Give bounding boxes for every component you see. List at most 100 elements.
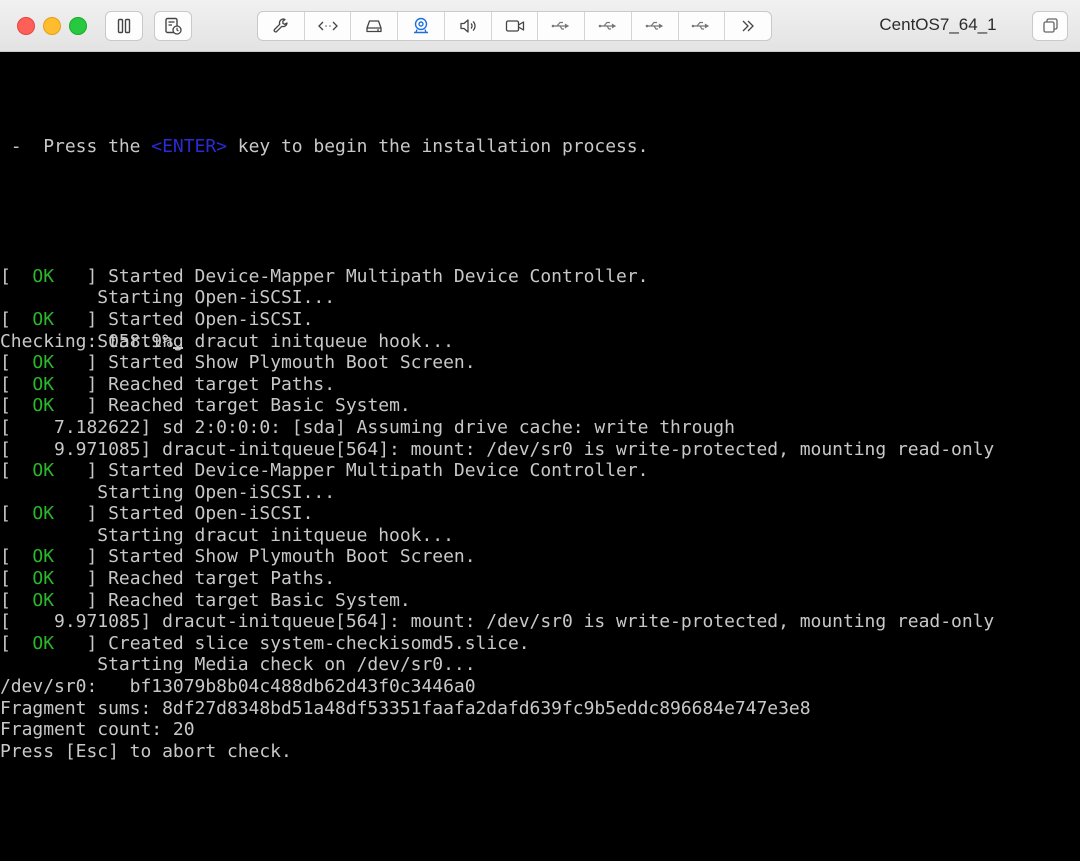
console-line-text: Fragment sums: 8df27d8348bd51a48df53351f… (0, 697, 811, 719)
console-line-text: [ 9.971085] dracut-initqueue[564]: mount… (0, 438, 995, 460)
vm-window: CentOS7_64_1 - Press the <ENTER> key to … (0, 0, 1080, 861)
ok-bracket-open: [ (0, 460, 33, 482)
console-line: [ OK ] Created slice system-checkisomd5.… (0, 633, 994, 655)
console-line: [ OK ] Started Show Plymouth Boot Screen… (0, 546, 994, 568)
usb-icon (551, 21, 570, 30)
console-line-text: ] Started Open-iSCSI. (75, 308, 314, 330)
console-line: [ 9.971085] dracut-initqueue[564]: mount… (0, 439, 994, 461)
hard-disk-button[interactable] (351, 12, 399, 40)
usb-icon (598, 21, 617, 30)
progress-line: Checking: 058.9% (0, 331, 994, 353)
console-line-text: Fragment count: 20 (0, 719, 195, 741)
ok-status: OK (32, 589, 55, 611)
more-icon (742, 20, 755, 32)
ok-spacer (54, 546, 76, 567)
ok-spacer (54, 590, 76, 611)
ok-spacer (54, 374, 76, 395)
snapshot-icon (165, 17, 182, 35)
snapshot-button[interactable] (154, 11, 192, 41)
console-output: - Press the <ENTER> key to begin the ins… (0, 93, 994, 762)
usb-device-1-button[interactable] (538, 12, 586, 40)
ok-spacer (54, 633, 76, 654)
install-prompt-line: - Press the <ENTER> key to begin the ins… (0, 136, 994, 158)
console-line-text: Press [Esc] to abort check. (0, 740, 292, 762)
console-line: [ 9.971085] dracut-initqueue[564]: mount… (0, 611, 994, 633)
console-line-text: Starting dracut initqueue hook... (0, 524, 454, 546)
text-cursor (172, 346, 183, 349)
ok-status: OK (32, 546, 55, 568)
console-line: [ OK ] Started Device-Mapper Multipath D… (0, 266, 994, 288)
device-toolbar (257, 11, 772, 41)
usb-icon (692, 21, 710, 30)
console-line-text: ] Started Open-iSCSI. (75, 503, 314, 525)
console-line: [ OK ] Started Open-iSCSI. (0, 309, 994, 331)
usb-device-4-button[interactable] (679, 12, 726, 40)
console-line-text: ] Started Device-Mapper Multipath Device… (75, 265, 649, 287)
ok-bracket-open: [ (0, 395, 33, 417)
console-line-text: ] Created slice system-checkisomd5.slice… (75, 632, 530, 654)
close-window-button[interactable] (17, 17, 35, 35)
console-line-text: Starting Media check on /dev/sr0... (0, 654, 476, 676)
ok-status: OK (32, 308, 55, 330)
code-icon (317, 21, 338, 31)
console-line-text: ] Reached target Basic System. (75, 395, 411, 417)
usb-device-3-button[interactable] (632, 12, 679, 40)
ok-spacer (54, 309, 76, 330)
window-title: CentOS7_64_1 (879, 15, 997, 34)
console-line-text: [ 7.182622] sd 2:0:0:0: [sda] Assuming d… (0, 416, 735, 438)
ok-bracket-open: [ (0, 503, 33, 525)
log-lines: [ OK ] Started Device-Mapper Multipath D… (0, 266, 994, 762)
ok-spacer (54, 266, 76, 287)
enter-key-label: <ENTER> (151, 136, 227, 158)
console-line-text: ] Started Show Plymouth Boot Screen. (75, 546, 476, 568)
console-line: Starting Media check on /dev/sr0... (0, 654, 994, 676)
ok-status: OK (32, 632, 55, 654)
console-line: Starting Open-iSCSI... (0, 287, 994, 309)
console-line: [ 7.182622] sd 2:0:0:0: [sda] Assuming d… (0, 417, 994, 439)
vm-console-screen[interactable]: - Press the <ENTER> key to begin the ins… (0, 52, 1080, 861)
video-icon (505, 20, 524, 32)
ok-spacer (54, 460, 76, 481)
ok-spacer (54, 503, 76, 524)
zoom-window-button[interactable] (69, 17, 87, 35)
ok-status: OK (32, 352, 55, 374)
camera-button[interactable] (492, 12, 539, 40)
ok-bracket-open: [ (0, 308, 33, 330)
keyboard-input-button[interactable] (305, 12, 352, 40)
prompt-post: key to begin the installation process. (226, 136, 649, 158)
ok-bracket-open: [ (0, 568, 33, 590)
pause-icon (117, 18, 131, 34)
usb-icon (645, 21, 663, 30)
usb-device-2-button[interactable] (585, 12, 632, 40)
console-line-text: [ 9.971085] dracut-initqueue[564]: mount… (0, 611, 995, 633)
console-line: [ OK ] Reached target Basic System. (0, 395, 994, 417)
console-line-text: /dev/sr0: bf13079b8b04c488db62d43f0c3446… (0, 676, 476, 698)
sound-button[interactable] (445, 12, 492, 40)
ok-status: OK (32, 503, 55, 525)
console-line: Starting dracut initqueue hook... (0, 525, 994, 547)
camera-icon (414, 17, 429, 34)
ok-bracket-open: [ (0, 589, 33, 611)
pause-vm-button[interactable] (105, 11, 143, 41)
ok-spacer (54, 395, 76, 416)
console-line-text: Starting Open-iSCSI... (0, 287, 336, 309)
sound-icon (460, 19, 476, 33)
more-toolbar-button[interactable] (725, 12, 771, 40)
ok-status: OK (32, 395, 55, 417)
settings-button[interactable] (258, 12, 305, 40)
title-bar: CentOS7_64_1 (0, 0, 1080, 52)
fullscreen-button[interactable] (1032, 11, 1068, 41)
checking-progress: Checking: 058.9% (0, 330, 173, 352)
console-line-text: ] Started Device-Mapper Multipath Device… (75, 460, 649, 482)
console-line-text: ] Reached target Basic System. (75, 589, 411, 611)
console-line: Starting Open-iSCSI... (0, 482, 994, 504)
ok-spacer (54, 568, 76, 589)
console-line: Fragment sums: 8df27d8348bd51a48df53351f… (0, 698, 994, 720)
minimize-window-button[interactable] (43, 17, 61, 35)
ok-bracket-open: [ (0, 632, 33, 654)
cd-dvd-button[interactable] (398, 12, 445, 40)
ok-status: OK (32, 460, 55, 482)
console-line: [ OK ] Reached target Paths. (0, 374, 994, 396)
console-line-text: Starting Open-iSCSI... (0, 481, 336, 503)
